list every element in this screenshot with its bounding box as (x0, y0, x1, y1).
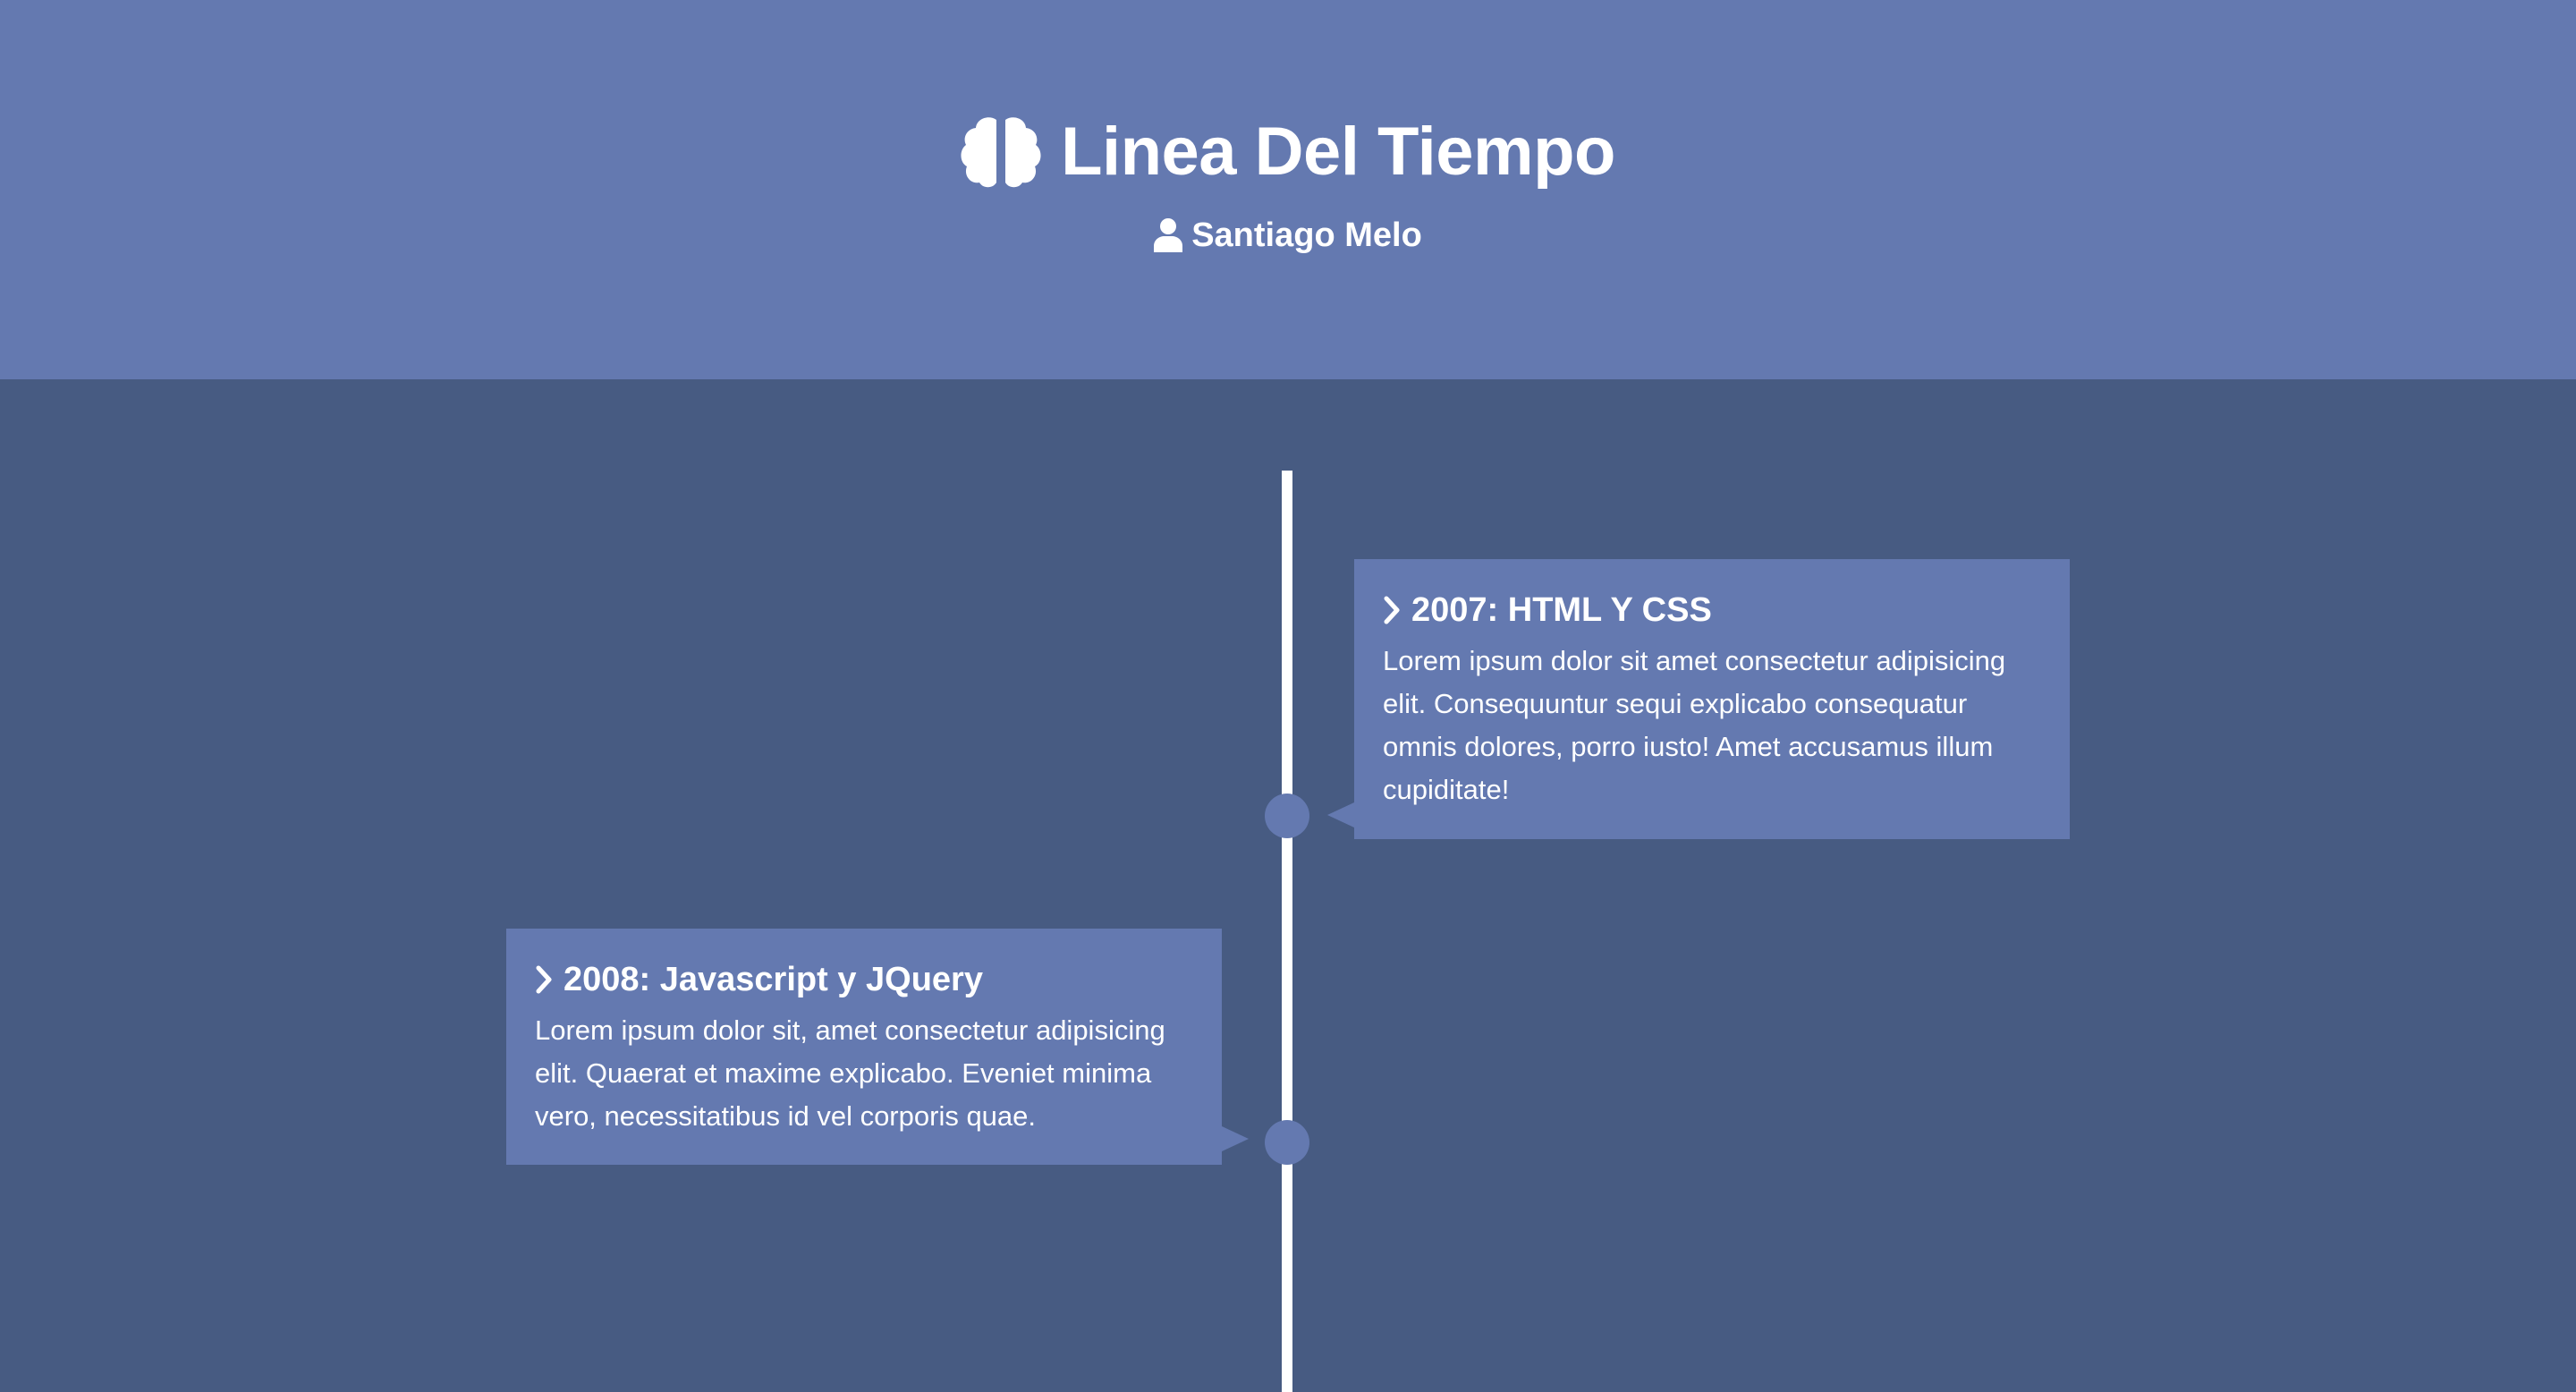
page-header: Linea Del Tiempo Santiago Melo (0, 0, 2576, 379)
chevron-right-icon (536, 965, 552, 994)
timeline-card-header: 2008: Javascript y JQuery (535, 963, 1193, 997)
timeline-line (1282, 471, 1292, 1392)
timeline-card-body: Lorem ipsum dolor sit amet consectetur a… (1383, 645, 2006, 805)
timeline-card-title: 2008: Javascript y JQuery (564, 961, 983, 998)
timeline-card: 2007: HTML Y CSS Lorem ipsum dolor sit a… (1327, 559, 2070, 839)
chevron-right-icon (1384, 596, 1400, 624)
timeline-card-title: 2007: HTML Y CSS (1411, 591, 1712, 629)
timeline-dot (1265, 794, 1309, 838)
timeline-card: 2008: Javascript y JQuery Lorem ipsum do… (506, 929, 1249, 1165)
timeline-card-body: Lorem ipsum dolor sit, amet consectetur … (535, 1014, 1165, 1132)
brain-icon (961, 117, 1041, 188)
author-name: Santiago Melo (1191, 216, 1422, 254)
title-row: Linea Del Tiempo (0, 116, 2576, 188)
author-row: Santiago Melo (0, 218, 2576, 252)
timeline-card-header: 2007: HTML Y CSS (1383, 593, 2041, 627)
timeline-dot (1265, 1120, 1309, 1165)
user-icon (1154, 218, 1183, 252)
page-title: Linea Del Tiempo (1061, 114, 1615, 190)
